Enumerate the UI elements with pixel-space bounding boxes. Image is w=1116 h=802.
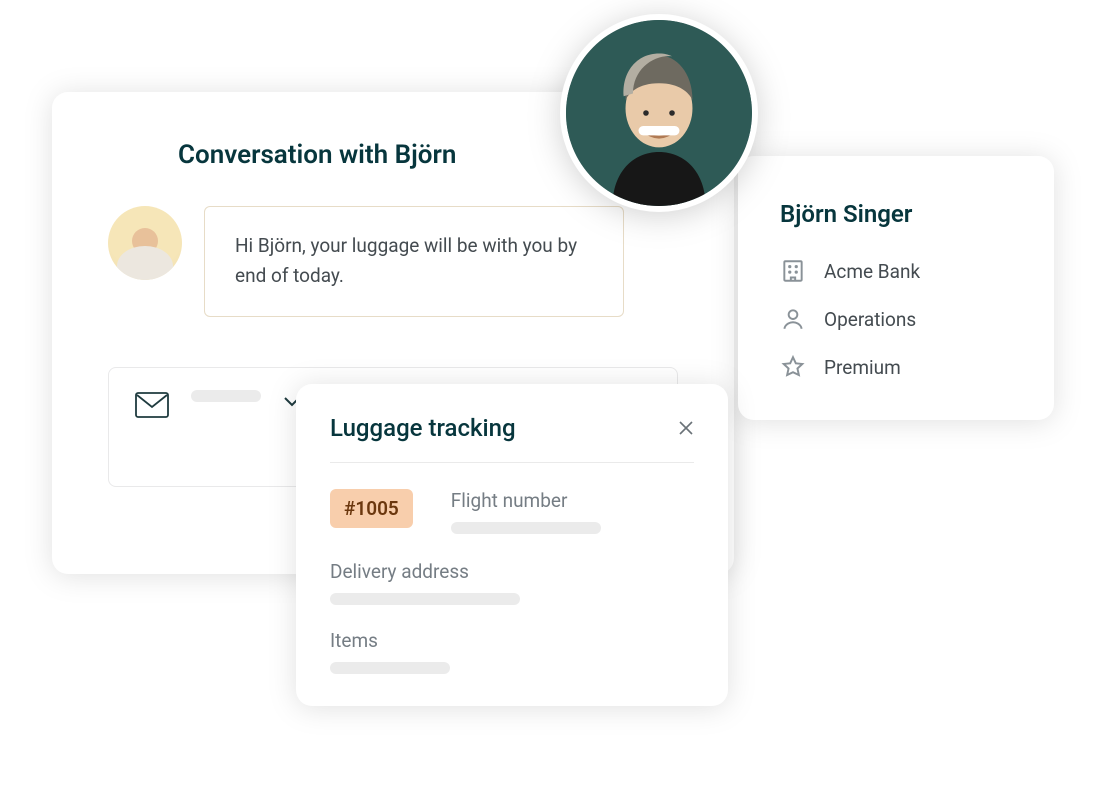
field-label: Items bbox=[330, 629, 694, 652]
field-label: Flight number bbox=[451, 489, 694, 512]
agent-message: Hi Björn, your luggage will be with you … bbox=[204, 206, 624, 317]
profile-attribute-list: Acme Bank Operations Premium bbox=[780, 258, 1012, 380]
tracking-card: Luggage tracking #1005 Flight number Del… bbox=[296, 384, 728, 706]
tracking-top-row: #1005 Flight number bbox=[330, 489, 694, 534]
profile-item-label: Premium bbox=[824, 356, 901, 379]
building-icon bbox=[780, 258, 806, 284]
agent-avatar bbox=[108, 206, 182, 280]
field-items: Items bbox=[330, 629, 694, 674]
composer-placeholder bbox=[191, 390, 261, 402]
person-icon bbox=[780, 306, 806, 332]
star-icon bbox=[780, 354, 806, 380]
field-value-placeholder bbox=[330, 593, 520, 605]
field-delivery-address: Delivery address bbox=[330, 560, 694, 605]
profile-card: Björn Singer Acme Bank Operations bbox=[738, 156, 1054, 420]
field-value-placeholder bbox=[451, 522, 601, 534]
profile-item-label: Operations bbox=[824, 308, 916, 331]
customer-avatar bbox=[560, 14, 758, 212]
profile-item-company: Acme Bank bbox=[780, 258, 1012, 284]
field-value-placeholder bbox=[330, 662, 450, 674]
field-label: Delivery address bbox=[330, 560, 694, 583]
profile-item-tier: Premium bbox=[780, 354, 1012, 380]
tracking-header: Luggage tracking bbox=[330, 414, 694, 463]
profile-item-department: Operations bbox=[780, 306, 1012, 332]
tracking-title: Luggage tracking bbox=[330, 414, 516, 442]
ticket-id-badge: #1005 bbox=[330, 489, 413, 528]
field-flight-number: Flight number bbox=[451, 489, 694, 534]
profile-name: Björn Singer bbox=[780, 200, 1012, 228]
close-icon[interactable] bbox=[678, 420, 694, 436]
profile-item-label: Acme Bank bbox=[824, 260, 920, 283]
message-row: Hi Björn, your luggage will be with you … bbox=[108, 206, 678, 317]
mail-icon bbox=[135, 392, 169, 418]
